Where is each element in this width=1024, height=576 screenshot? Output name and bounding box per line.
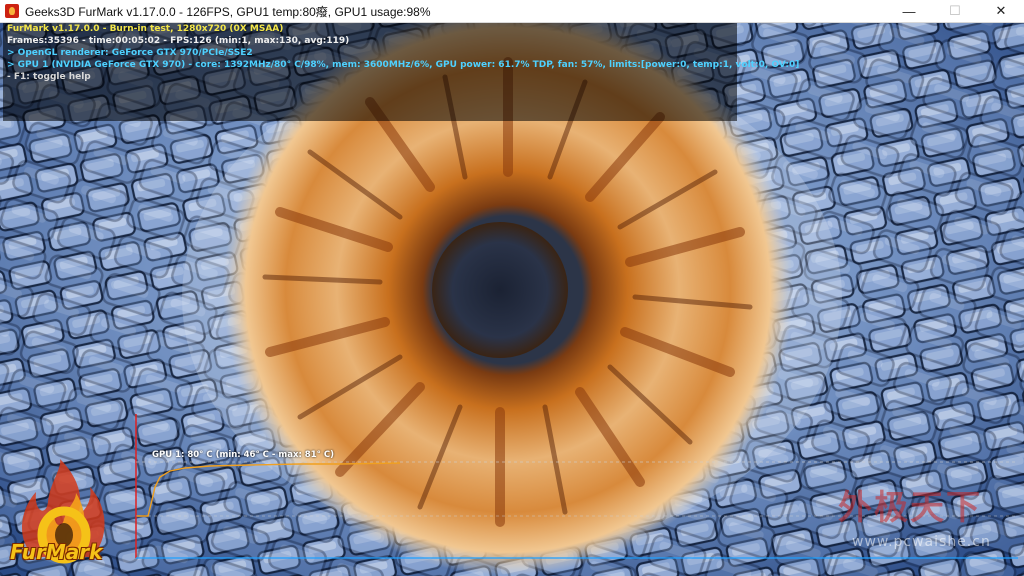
furmark-flame-icon[interactable] <box>5 4 19 18</box>
maximize-button[interactable]: ☐ <box>932 0 978 22</box>
furmark-window: Geeks3D FurMark v1.17.0.0 - 126FPS, GPU1… <box>0 0 1024 576</box>
window-controls: — ☐ ✕ <box>886 0 1024 22</box>
overlay-frames: Frames:35396 - time:00:05:02 - FPS:126 (… <box>7 36 350 46</box>
close-icon: ✕ <box>995 3 1007 18</box>
close-button[interactable]: ✕ <box>978 0 1024 22</box>
overlay-renderer: > OpenGL renderer: GeForce GTX 970/PCIe/… <box>7 48 253 58</box>
overlay-title: FurMark v1.17.0.0 - Burn-in test, 1280x7… <box>7 24 284 34</box>
overlay-help-hint: - F1: toggle help <box>7 72 91 82</box>
minimize-button[interactable]: — <box>886 0 932 22</box>
overlay-gpu-stats: > GPU 1 (NVIDIA GeForce GTX 970) - core:… <box>7 60 800 70</box>
minimize-icon: — <box>902 3 916 19</box>
watermark-url: www.pcwaishe.cn <box>852 534 991 550</box>
window-title: Geeks3D FurMark v1.17.0.0 - 126FPS, GPU1… <box>25 4 431 19</box>
render-viewport[interactable]: FurMark v1.17.0.0 - Burn-in test, 1280x7… <box>0 22 1024 576</box>
graph-temperature-label: GPU 1: 80° C (min: 46° C - max: 81° C) <box>152 450 334 460</box>
watermark-text: 外极天下 <box>838 488 982 528</box>
maximize-icon: ☐ <box>949 3 961 18</box>
furmark-logo-text: FurMark <box>10 540 103 564</box>
pupil <box>432 222 568 358</box>
info-overlay: FurMark v1.17.0.0 - Burn-in test, 1280x7… <box>3 23 800 121</box>
title-bar[interactable]: Geeks3D FurMark v1.17.0.0 - 126FPS, GPU1… <box>0 0 1024 23</box>
